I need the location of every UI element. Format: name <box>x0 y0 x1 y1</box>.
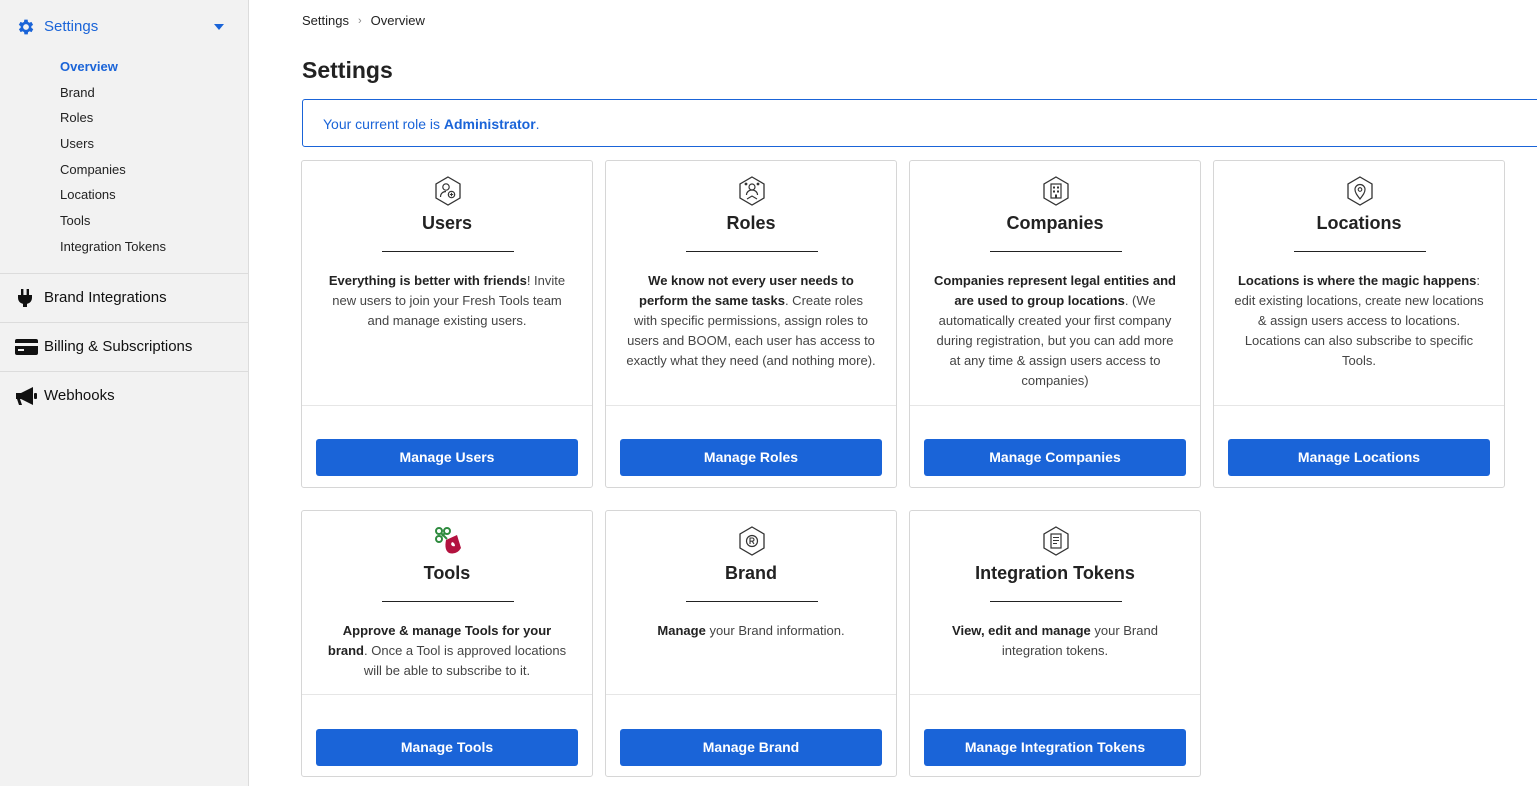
megaphone-icon <box>16 387 37 405</box>
desc-rest: . Once a Tool is approved locations will… <box>363 643 567 678</box>
card-integration-tokens: Integration Tokens View, edit and manage… <box>909 510 1201 777</box>
card-separator <box>302 405 592 406</box>
desc-rest: your Brand information. <box>705 623 845 638</box>
card-separator <box>910 405 1200 406</box>
card-users: Users Everything is better with friends!… <box>301 160 593 488</box>
card-separator <box>1214 405 1504 406</box>
card-tools: Tools Approve & manage Tools for your br… <box>301 510 593 777</box>
manage-locations-button[interactable]: Manage Locations <box>1228 439 1490 476</box>
card-title: Roles <box>726 213 776 233</box>
card-description: Locations is where the magic happens: ed… <box>1234 271 1484 371</box>
sidebar-item-overview[interactable]: Overview <box>60 59 118 74</box>
card-divider-line <box>1294 251 1426 252</box>
card-divider-line <box>686 601 818 602</box>
desc-bold: Everything is better with friends <box>328 273 527 288</box>
sidebar: Settings Overview Brand Roles Users Comp… <box>0 0 249 786</box>
sidebar-item-billing[interactable]: Billing & Subscriptions <box>0 323 248 371</box>
card-separator <box>606 694 896 695</box>
credit-card-icon <box>15 339 38 355</box>
card-companies: Companies Companies represent legal enti… <box>909 160 1201 488</box>
tools-logo-icon <box>435 527 461 554</box>
desc-bold: Manage <box>657 623 706 638</box>
manage-companies-button[interactable]: Manage Companies <box>924 439 1186 476</box>
building-icon <box>1043 176 1069 206</box>
role-banner: Your current role is Administrator. <box>302 99 1537 147</box>
chevron-right-icon: › <box>357 14 362 27</box>
manage-brand-button[interactable]: Manage Brand <box>620 729 882 766</box>
card-roles: Roles We know not every user needs to pe… <box>605 160 897 488</box>
sidebar-item-label: Brand Integrations <box>44 289 167 306</box>
card-description: We know not every user needs to perform … <box>626 271 876 371</box>
roles-icon <box>739 176 765 206</box>
manage-tools-button[interactable]: Manage Tools <box>316 729 578 766</box>
card-divider-line <box>382 601 514 602</box>
card-divider-line <box>990 601 1122 602</box>
sidebar-item-label: Webhooks <box>44 387 115 404</box>
sidebar-item-locations[interactable]: Locations <box>60 187 116 202</box>
card-separator <box>302 694 592 695</box>
sidebar-settings-label: Settings <box>44 18 99 35</box>
manage-roles-button[interactable]: Manage Roles <box>620 439 882 476</box>
card-separator <box>606 405 896 406</box>
sidebar-item-users[interactable]: Users <box>60 136 94 151</box>
sidebar-item-brand[interactable]: Brand <box>60 85 95 100</box>
manage-integration-tokens-button[interactable]: Manage Integration Tokens <box>924 729 1186 766</box>
card-title: Tools <box>423 563 471 583</box>
card-locations: Locations Locations is where the magic h… <box>1213 160 1505 488</box>
breadcrumb: Settings › Overview <box>302 13 425 28</box>
sidebar-item-tools[interactable]: Tools <box>60 213 90 228</box>
breadcrumb-current: Overview <box>370 13 425 28</box>
sidebar-settings-header[interactable]: Settings <box>0 0 248 52</box>
card-title: Companies <box>1006 213 1104 233</box>
sidebar-item-webhooks[interactable]: Webhooks <box>0 372 248 420</box>
card-brand: Brand Manage your Brand information. Man… <box>605 510 897 777</box>
role-prefix: Your current role is <box>323 116 444 132</box>
desc-bold: Locations is where the magic happens <box>1237 273 1477 288</box>
breadcrumb-root[interactable]: Settings <box>302 13 349 28</box>
card-title: Users <box>421 213 473 233</box>
sidebar-item-brand-integrations[interactable]: Brand Integrations <box>0 274 248 322</box>
plug-icon <box>18 289 32 307</box>
card-divider-line <box>382 251 514 252</box>
sidebar-item-companies[interactable]: Companies <box>60 162 126 177</box>
card-description: View, edit and manage your Brand integra… <box>930 621 1180 661</box>
page-title: Settings <box>302 57 393 83</box>
card-description: Manage your Brand information. <box>626 621 876 641</box>
desc-bold: View, edit and manage <box>952 623 1091 638</box>
role-suffix: . <box>535 116 540 132</box>
sidebar-item-label: Billing & Subscriptions <box>44 338 193 355</box>
sidebar-item-integration-tokens[interactable]: Integration Tokens <box>60 239 166 254</box>
card-title: Locations <box>1316 213 1402 233</box>
chevron-down-icon[interactable] <box>214 24 224 30</box>
card-description: Approve & manage Tools for your brand. O… <box>322 621 572 681</box>
gear-icon <box>18 19 34 35</box>
card-description: Companies represent legal entities and a… <box>930 271 1180 391</box>
card-title: Integration Tokens <box>975 563 1135 583</box>
manage-users-button[interactable]: Manage Users <box>316 439 578 476</box>
user-add-icon <box>435 176 461 206</box>
location-pin-icon <box>1347 176 1373 206</box>
sidebar-item-roles[interactable]: Roles <box>60 110 93 125</box>
card-separator <box>910 694 1200 695</box>
card-description: Everything is better with friends! Invit… <box>322 271 572 331</box>
card-title: Brand <box>724 563 777 583</box>
role-text: Your current role is Administrator. <box>323 116 540 132</box>
role-name: Administrator <box>443 116 536 132</box>
card-divider-line <box>686 251 818 252</box>
card-divider-line <box>990 251 1122 252</box>
token-document-icon <box>1043 526 1069 556</box>
registered-mark-icon <box>739 526 765 556</box>
